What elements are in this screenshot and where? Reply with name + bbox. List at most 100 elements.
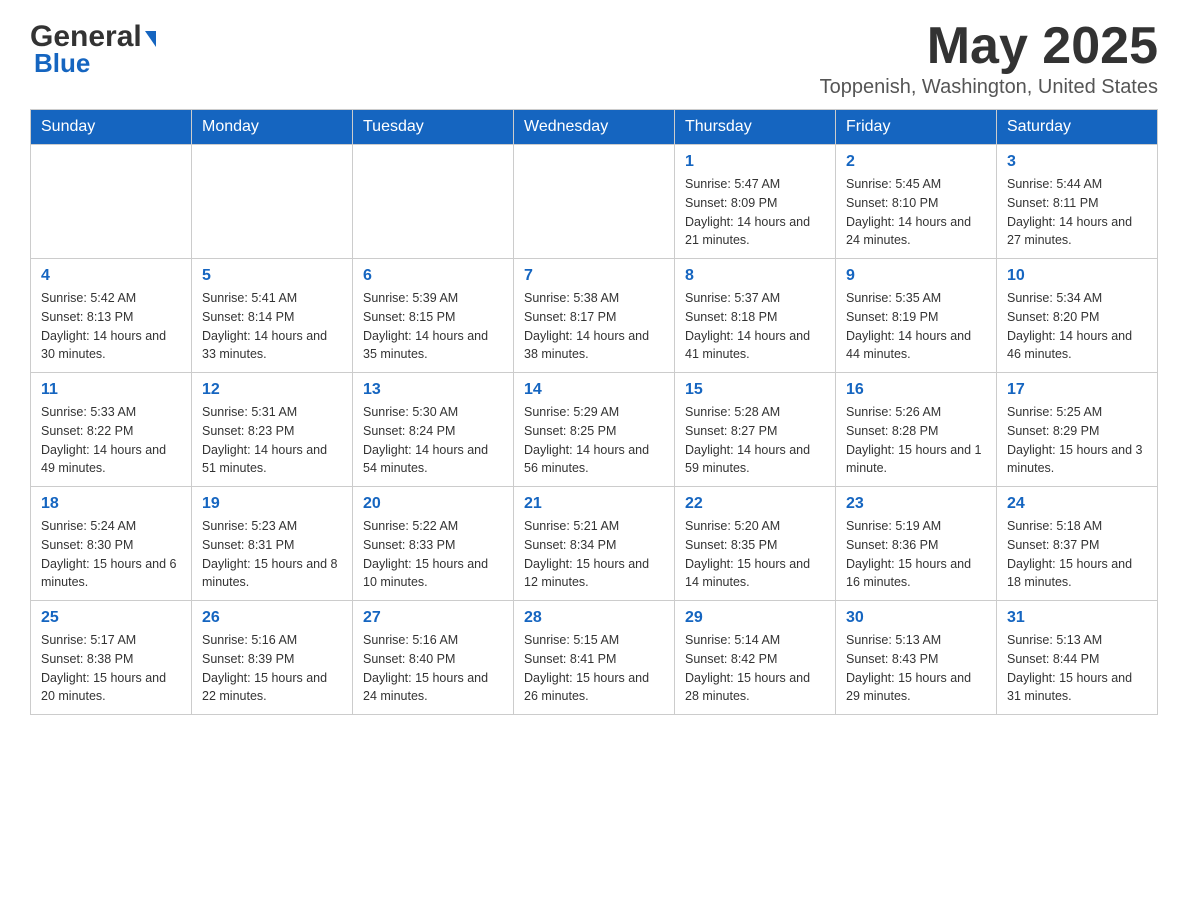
day-number: 24 (1007, 495, 1147, 513)
logo-blue-text: Blue (30, 48, 90, 79)
day-number: 28 (524, 609, 664, 627)
calendar-week-row-1: 1Sunrise: 5:47 AMSunset: 8:09 PMDaylight… (31, 145, 1158, 259)
day-number: 5 (202, 267, 342, 285)
day-info: Sunrise: 5:13 AMSunset: 8:44 PMDaylight:… (1007, 631, 1147, 706)
day-number: 4 (41, 267, 181, 285)
calendar-cell: 1Sunrise: 5:47 AMSunset: 8:09 PMDaylight… (675, 145, 836, 259)
day-info: Sunrise: 5:33 AMSunset: 8:22 PMDaylight:… (41, 403, 181, 478)
column-header-thursday: Thursday (675, 110, 836, 145)
calendar-cell: 19Sunrise: 5:23 AMSunset: 8:31 PMDayligh… (192, 487, 353, 601)
day-number: 3 (1007, 153, 1147, 171)
calendar-cell: 10 Sunrise: 5:34 AMSunset: 8:20 PMDayligh… (997, 259, 1158, 373)
day-info: Sunrise: 5:18 AMSunset: 8:37 PMDaylight:… (1007, 517, 1147, 592)
calendar-cell: 29Sunrise: 5:14 AMSunset: 8:42 PMDayligh… (675, 601, 836, 715)
calendar-header-row: SundayMondayTuesdayWednesdayThursdayFrid… (31, 110, 1158, 145)
calendar-cell: 17Sunrise: 5:25 AMSunset: 8:29 PMDayligh… (997, 373, 1158, 487)
day-number: 8 (685, 267, 825, 285)
day-info: Sunrise: 5:35 AMSunset: 8:19 PMDaylight:… (846, 289, 986, 364)
page-header: General Blue May 2025 Toppenish, Washing… (30, 20, 1158, 99)
day-info: Sunrise: 5:38 AMSunset: 8:17 PMDaylight:… (524, 289, 664, 364)
day-info: Sunrise: 5:23 AMSunset: 8:31 PMDaylight:… (202, 517, 342, 592)
logo: General Blue (30, 20, 156, 79)
calendar-cell: 4 Sunrise: 5:42 AMSunset: 8:13 PMDaylight… (31, 259, 192, 373)
calendar-cell: 30 Sunrise: 5:13 AMSunset: 8:43 PMDayligh… (836, 601, 997, 715)
day-number: 23 (846, 495, 986, 513)
day-number: 31 (1007, 609, 1147, 627)
column-header-saturday: Saturday (997, 110, 1158, 145)
calendar-cell (353, 145, 514, 259)
day-number: 29 (685, 609, 825, 627)
day-number: 21 (524, 495, 664, 513)
day-number: 15 (685, 381, 825, 399)
day-info: Sunrise: 5:15 AMSunset: 8:41 PMDaylight:… (524, 631, 664, 706)
day-info: Sunrise: 5:26 AMSunset: 8:28 PMDaylight:… (846, 403, 986, 478)
calendar-cell: 31 Sunrise: 5:13 AMSunset: 8:44 PMDayligh… (997, 601, 1158, 715)
calendar-cell: 12Sunrise: 5:31 AMSunset: 8:23 PMDayligh… (192, 373, 353, 487)
day-info: Sunrise: 5:20 AMSunset: 8:35 PMDaylight:… (685, 517, 825, 592)
calendar-cell: 16Sunrise: 5:26 AMSunset: 8:28 PMDayligh… (836, 373, 997, 487)
calendar-cell: 13Sunrise: 5:30 AMSunset: 8:24 PMDayligh… (353, 373, 514, 487)
day-info: Sunrise: 5:37 AMSunset: 8:18 PMDaylight:… (685, 289, 825, 364)
day-number: 11 (41, 381, 181, 399)
day-number: 13 (363, 381, 503, 399)
calendar-cell: 11 Sunrise: 5:33 AMSunset: 8:22 PMDayligh… (31, 373, 192, 487)
day-info: Sunrise: 5:44 AMSunset: 8:11 PMDaylight:… (1007, 175, 1147, 250)
calendar-week-row-3: 11 Sunrise: 5:33 AMSunset: 8:22 PMDayligh… (31, 373, 1158, 487)
day-info: Sunrise: 5:22 AMSunset: 8:33 PMDaylight:… (363, 517, 503, 592)
calendar-cell: 26Sunrise: 5:16 AMSunset: 8:39 PMDayligh… (192, 601, 353, 715)
day-number: 17 (1007, 381, 1147, 399)
day-info: Sunrise: 5:16 AMSunset: 8:39 PMDaylight:… (202, 631, 342, 706)
day-number: 10 (1007, 267, 1147, 285)
location-subtitle: Toppenish, Washington, United States (820, 76, 1158, 99)
day-number: 7 (524, 267, 664, 285)
calendar-cell: 22 Sunrise: 5:20 AMSunset: 8:35 PMDayligh… (675, 487, 836, 601)
day-info: Sunrise: 5:19 AMSunset: 8:36 PMDaylight:… (846, 517, 986, 592)
calendar-cell: 15 Sunrise: 5:28 AMSunset: 8:27 PMDayligh… (675, 373, 836, 487)
column-header-tuesday: Tuesday (353, 110, 514, 145)
calendar-cell: 27 Sunrise: 5:16 AMSunset: 8:40 PMDayligh… (353, 601, 514, 715)
day-info: Sunrise: 5:41 AMSunset: 8:14 PMDaylight:… (202, 289, 342, 364)
calendar-cell: 8 Sunrise: 5:37 AMSunset: 8:18 PMDaylight… (675, 259, 836, 373)
day-number: 1 (685, 153, 825, 171)
day-info: Sunrise: 5:28 AMSunset: 8:27 PMDaylight:… (685, 403, 825, 478)
day-info: Sunrise: 5:29 AMSunset: 8:25 PMDaylight:… (524, 403, 664, 478)
day-info: Sunrise: 5:17 AMSunset: 8:38 PMDaylight:… (41, 631, 181, 706)
title-block: May 2025 Toppenish, Washington, United S… (820, 20, 1158, 99)
calendar-cell: 9Sunrise: 5:35 AMSunset: 8:19 PMDaylight… (836, 259, 997, 373)
day-info: Sunrise: 5:13 AMSunset: 8:43 PMDaylight:… (846, 631, 986, 706)
calendar-cell (31, 145, 192, 259)
calendar-week-row-4: 18Sunrise: 5:24 AMSunset: 8:30 PMDayligh… (31, 487, 1158, 601)
column-header-sunday: Sunday (31, 110, 192, 145)
calendar-week-row-2: 4 Sunrise: 5:42 AMSunset: 8:13 PMDaylight… (31, 259, 1158, 373)
calendar-cell: 20Sunrise: 5:22 AMSunset: 8:33 PMDayligh… (353, 487, 514, 601)
calendar-cell (192, 145, 353, 259)
calendar-cell: 18Sunrise: 5:24 AMSunset: 8:30 PMDayligh… (31, 487, 192, 601)
calendar-cell (514, 145, 675, 259)
calendar-cell: 24 Sunrise: 5:18 AMSunset: 8:37 PMDayligh… (997, 487, 1158, 601)
day-info: Sunrise: 5:16 AMSunset: 8:40 PMDaylight:… (363, 631, 503, 706)
column-header-wednesday: Wednesday (514, 110, 675, 145)
day-number: 25 (41, 609, 181, 627)
day-number: 30 (846, 609, 986, 627)
day-number: 14 (524, 381, 664, 399)
month-year-title: May 2025 (820, 20, 1158, 72)
day-number: 22 (685, 495, 825, 513)
day-number: 27 (363, 609, 503, 627)
day-number: 12 (202, 381, 342, 399)
day-info: Sunrise: 5:24 AMSunset: 8:30 PMDaylight:… (41, 517, 181, 592)
calendar-cell: 2Sunrise: 5:45 AMSunset: 8:10 PMDaylight… (836, 145, 997, 259)
calendar-cell: 3 Sunrise: 5:44 AMSunset: 8:11 PMDaylight… (997, 145, 1158, 259)
calendar-cell: 21Sunrise: 5:21 AMSunset: 8:34 PMDayligh… (514, 487, 675, 601)
day-info: Sunrise: 5:34 AMSunset: 8:20 PMDaylight:… (1007, 289, 1147, 364)
calendar-cell: 25 Sunrise: 5:17 AMSunset: 8:38 PMDayligh… (31, 601, 192, 715)
calendar-week-row-5: 25 Sunrise: 5:17 AMSunset: 8:38 PMDayligh… (31, 601, 1158, 715)
calendar-table: SundayMondayTuesdayWednesdayThursdayFrid… (30, 109, 1158, 715)
calendar-cell: 7 Sunrise: 5:38 AMSunset: 8:17 PMDaylight… (514, 259, 675, 373)
column-header-friday: Friday (836, 110, 997, 145)
logo-arrow-icon (145, 31, 156, 47)
day-info: Sunrise: 5:42 AMSunset: 8:13 PMDaylight:… (41, 289, 181, 364)
column-header-monday: Monday (192, 110, 353, 145)
calendar-cell: 5 Sunrise: 5:41 AMSunset: 8:14 PMDaylight… (192, 259, 353, 373)
calendar-cell: 14 Sunrise: 5:29 AMSunset: 8:25 PMDayligh… (514, 373, 675, 487)
day-info: Sunrise: 5:39 AMSunset: 8:15 PMDaylight:… (363, 289, 503, 364)
